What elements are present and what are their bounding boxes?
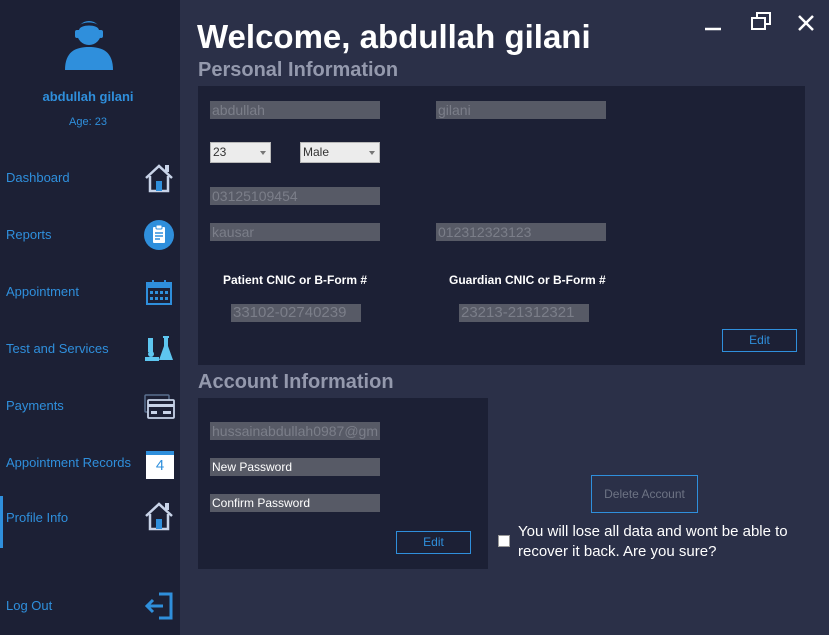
calendar-number-badge: 4 xyxy=(155,457,165,474)
delete-account-button[interactable]: Delete Account xyxy=(591,475,698,513)
age-select[interactable]: 23 xyxy=(210,142,271,163)
logout-icon xyxy=(144,592,173,620)
nav-payments-label: Payments xyxy=(6,398,64,413)
user-name: abdullah gilani xyxy=(42,89,134,104)
patient-cnic-field[interactable]: 33102-02740239 xyxy=(231,304,361,322)
nav-appointment[interactable]: Appointment xyxy=(0,270,180,314)
email-field[interactable]: hussainabdullah0987@gm xyxy=(210,422,380,440)
nav-test-services-label: Test and Services xyxy=(6,341,109,356)
nav-payments[interactable]: Payments xyxy=(0,384,180,428)
lab-icon xyxy=(145,336,173,361)
guardian-cnic-label: Guardian CNIC or B-Form # xyxy=(449,273,606,287)
nav-appointment-records[interactable]: Appointment Records 4 xyxy=(0,441,180,485)
delete-warning-text: You will lose all data and wont be able … xyxy=(518,523,788,560)
minimize-icon[interactable] xyxy=(700,10,726,36)
credit-card-icon xyxy=(144,394,175,419)
restore-icon[interactable] xyxy=(748,10,774,36)
nav-profile-info[interactable]: Profile Info xyxy=(0,496,180,548)
user-age: Age: 23 xyxy=(69,116,107,128)
nav-log-out[interactable]: Log Out xyxy=(0,584,180,628)
home-icon xyxy=(145,502,173,531)
clipboard-icon xyxy=(144,220,174,250)
active-indicator xyxy=(0,496,3,548)
nav-appointment-label: Appointment xyxy=(6,284,79,299)
calendar-number-icon: 4 xyxy=(146,451,174,479)
account-info-title: Account Information xyxy=(198,371,394,393)
nav-dashboard-label: Dashboard xyxy=(6,170,70,185)
close-icon[interactable] xyxy=(793,10,819,36)
sidebar: abdullah gilani Age: 23 Dashboard Report… xyxy=(0,0,180,635)
guardian-name-field[interactable]: kausar xyxy=(210,223,380,241)
guardian-phone-field[interactable]: 012312323123 xyxy=(436,223,606,241)
account-edit-button[interactable]: Edit xyxy=(396,531,471,554)
first-name-field[interactable]: abdullah xyxy=(210,101,380,119)
personal-info-title: Personal Information xyxy=(198,59,399,81)
personal-edit-button[interactable]: Edit xyxy=(722,329,797,352)
nav-test-and-services[interactable]: Test and Services xyxy=(0,327,180,371)
nav-reports[interactable]: Reports xyxy=(0,213,180,257)
patient-cnic-label: Patient CNIC or B-Form # xyxy=(223,273,368,287)
page-title: Welcome, abdullah gilani xyxy=(197,18,591,55)
gender-select-value: Male xyxy=(303,145,330,159)
chevron-down-icon xyxy=(369,151,375,155)
main-content: Welcome, abdullah gilani Personal Inform… xyxy=(180,0,829,635)
confirm-password-field[interactable]: Confirm Password xyxy=(210,494,380,512)
guardian-cnic-field[interactable]: 23213-21312321 xyxy=(459,304,589,322)
confirm-delete-checkbox[interactable] xyxy=(498,535,510,547)
personal-info-panel: abdullah gilani 23 Male 03125109454 kaus… xyxy=(198,86,805,365)
last-name-field[interactable]: gilani xyxy=(436,101,606,119)
nav-log-out-label: Log Out xyxy=(6,598,53,613)
calendar-icon xyxy=(146,280,172,305)
home-icon xyxy=(145,164,173,193)
account-info-panel: hussainabdullah0987@gm New Password Conf… xyxy=(198,398,488,569)
nav-profile-info-label: Profile Info xyxy=(6,510,69,525)
nav-dashboard[interactable]: Dashboard xyxy=(0,156,180,200)
nav-reports-label: Reports xyxy=(6,227,52,242)
nav-appointment-records-label: Appointment Records xyxy=(6,455,132,470)
age-select-value: 23 xyxy=(213,145,227,159)
new-password-field[interactable]: New Password xyxy=(210,458,380,476)
chevron-down-icon xyxy=(260,151,266,155)
user-avatar-icon xyxy=(65,21,113,70)
phone-field[interactable]: 03125109454 xyxy=(210,187,380,205)
gender-select[interactable]: Male xyxy=(300,142,380,163)
